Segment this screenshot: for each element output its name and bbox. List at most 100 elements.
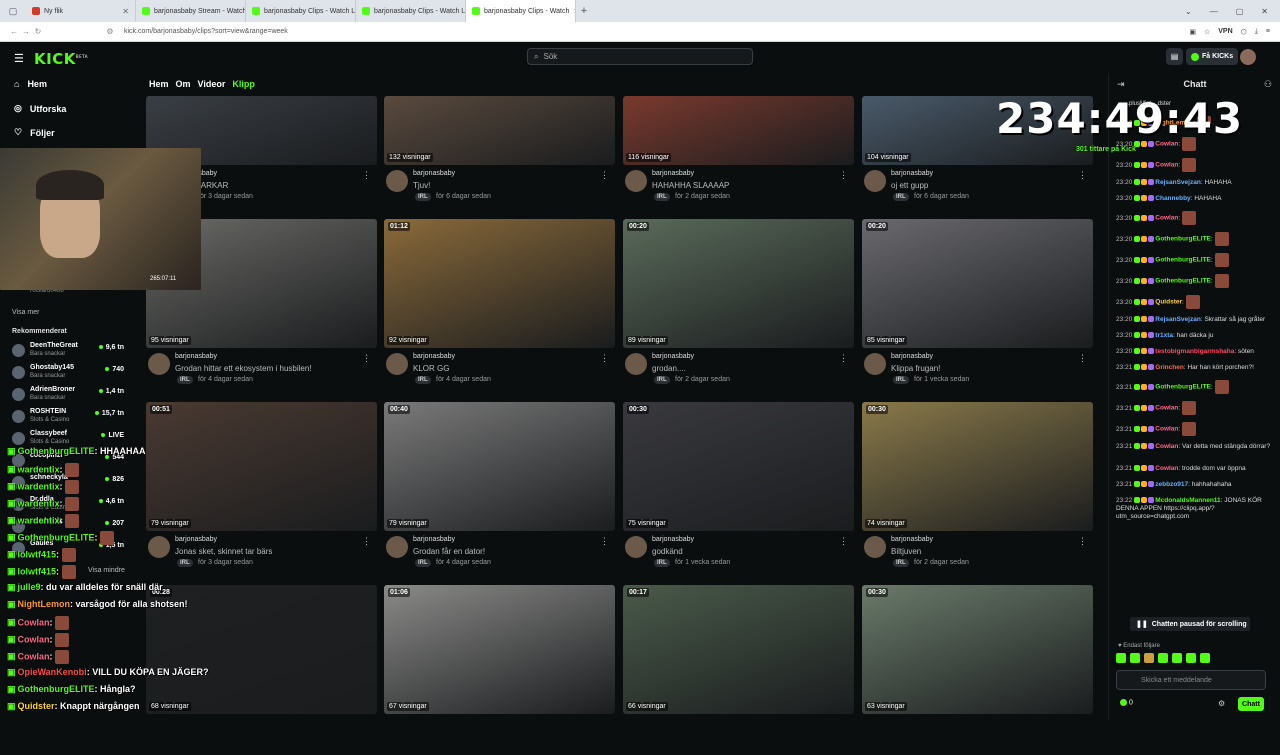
- show-less-link[interactable]: Visa mindre: [88, 567, 125, 574]
- reload-icon[interactable]: ↻: [32, 27, 44, 36]
- clip-category-tag[interactable]: IRL: [893, 376, 909, 384]
- more-options-icon[interactable]: ⋮: [600, 170, 609, 181]
- clip-title[interactable]: Klippa frugan!: [891, 364, 940, 373]
- clip-channel-name[interactable]: barjonasbaby: [652, 536, 694, 543]
- browser-tab[interactable]: barjonasbaby Clips - Watch Liv✕: [246, 0, 356, 22]
- clip-thumbnail[interactable]: 01:12 92 visningar: [384, 219, 615, 348]
- clip-card[interactable]: 00:20 85 visningar barjonasbaby Klippa frug…: [862, 219, 1093, 389]
- more-options-icon[interactable]: ⋮: [1078, 170, 1087, 181]
- maximize-button[interactable]: ▢: [1236, 7, 1244, 16]
- more-options-icon[interactable]: ⋮: [839, 353, 848, 364]
- chat-paused-banner[interactable]: ❚❚ Chatten pausad för scrolling: [1130, 617, 1250, 631]
- clip-card[interactable]: 01:06 67 visningar: [384, 585, 615, 755]
- clip-card[interactable]: 00:30 63 visningar: [862, 585, 1093, 755]
- clip-card[interactable]: 00:30 74 visningar barjonasbaby Biltjuven IR…: [862, 402, 1093, 572]
- chat-message[interactable]: 23:20 RejsanSvejzan: HAHAHA: [1116, 179, 1276, 187]
- chat-message-input[interactable]: Skicka ett meddelande: [1116, 670, 1266, 690]
- clip-channel-name[interactable]: barjonasbaby: [413, 170, 455, 177]
- clip-card[interactable]: 00:20 89 visningar barjonasbaby grodan.... I…: [623, 219, 854, 389]
- emote-icon[interactable]: [1116, 653, 1126, 663]
- bookmark-icon[interactable]: ☆: [1204, 28, 1210, 36]
- tab-search-icon[interactable]: ⌄: [1185, 7, 1192, 16]
- clip-title[interactable]: Grodan hittar ett ekosystem i husbilen!: [175, 364, 312, 373]
- chat-username[interactable]: GothenburgELITE: [1155, 257, 1211, 264]
- url-field[interactable]: kick.com/barjonasbaby/clips?sort=view&ra…: [124, 28, 288, 35]
- clip-category-tag[interactable]: IRL: [415, 376, 431, 384]
- hamburger-menu-icon[interactable]: ☰: [14, 52, 24, 65]
- chat-message[interactable]: 23:20 Cowlan:: [1116, 211, 1276, 225]
- close-window-button[interactable]: ✕: [1261, 7, 1268, 16]
- clip-thumbnail[interactable]: 00:20 89 visningar: [623, 219, 854, 348]
- recommended-channel[interactable]: ROSHTEIN Slots & Casino 15,7 tn: [12, 408, 124, 428]
- show-more-link[interactable]: Visa mer: [12, 309, 40, 316]
- browser-tab[interactable]: Ny flik ✕: [26, 0, 136, 22]
- chat-message[interactable]: 23:20 Cowlan:: [1116, 158, 1276, 172]
- chat-username[interactable]: RejsanSvejzan: [1155, 316, 1201, 323]
- chat-username[interactable]: GothenburgELITE: [1155, 236, 1211, 243]
- clip-thumbnail[interactable]: 01:06 67 visningar: [384, 585, 615, 714]
- clip-category-tag[interactable]: IRL: [654, 376, 670, 384]
- clip-category-tag[interactable]: IRL: [415, 193, 431, 201]
- chat-message[interactable]: 23:20 Quidster:: [1116, 295, 1276, 309]
- clip-thumbnail[interactable]: 00:20 85 visningar: [862, 219, 1093, 348]
- clip-thumbnail[interactable]: 116 visningar: [623, 96, 854, 165]
- chat-users-icon[interactable]: ⚇: [1264, 79, 1272, 90]
- avatar[interactable]: [625, 170, 647, 192]
- browser-tab[interactable]: barjonasbaby Clips - Watch✕: [466, 0, 576, 22]
- chat-username[interactable]: testobigmanbigarmshaha: [1155, 348, 1234, 355]
- clip-category-tag[interactable]: IRL: [893, 559, 909, 567]
- clip-card[interactable]: 01:12 92 visningar barjonasbaby KLOR GG IRL f…: [384, 219, 615, 389]
- emote-icon[interactable]: [1144, 653, 1154, 663]
- sidebar-item-following[interactable]: ♡ Följer: [14, 127, 55, 138]
- emote-icon[interactable]: [1130, 653, 1140, 663]
- clip-channel-name[interactable]: barjonasbaby: [891, 170, 933, 177]
- chat-message[interactable]: 23:20 testobigmanbigarmshaha: söten: [1116, 348, 1276, 356]
- downloads-icon[interactable]: ⤓: [1255, 28, 1258, 36]
- chat-settings-icon[interactable]: ⚙: [1218, 699, 1225, 708]
- chat-message[interactable]: 23:22 McdonaldsMannen11: JONAS KÖR DENNA …: [1116, 497, 1276, 521]
- chat-message[interactable]: 23:20 tr1xta: han däcka ju: [1116, 332, 1276, 340]
- chat-username[interactable]: GothenburgELITE: [1155, 384, 1211, 391]
- clip-title[interactable]: Tjuv!: [413, 181, 430, 190]
- more-options-icon[interactable]: ⋮: [362, 170, 371, 181]
- clip-channel-name[interactable]: barjonasbaby: [652, 353, 694, 360]
- chat-message[interactable]: 23:21 zebbzo917: hahhahahaha: [1116, 481, 1276, 489]
- avatar[interactable]: [864, 170, 886, 192]
- clip-thumbnail[interactable]: 00:30 75 visningar: [623, 402, 854, 531]
- clip-category-tag[interactable]: IRL: [177, 376, 193, 384]
- clip-category-tag[interactable]: IRL: [654, 559, 670, 567]
- back-icon[interactable]: ←: [8, 27, 20, 36]
- chat-message[interactable]: 23:20 GothenburgELITE:: [1116, 274, 1276, 288]
- vpn-badge[interactable]: VPN: [1218, 28, 1232, 35]
- recommended-channel[interactable]: Ghostaby145 Bara snackar 740: [12, 364, 124, 384]
- chat-message[interactable]: 23:21 Cowlan:: [1116, 422, 1276, 436]
- avatar[interactable]: [386, 353, 408, 375]
- chat-message[interactable]: 23:21 Cowlan: trodde dom var öppna: [1116, 465, 1276, 473]
- sidebar-item-explore[interactable]: ◎ Utforska: [14, 103, 66, 114]
- clip-channel-name[interactable]: barjonasbaby: [891, 536, 933, 543]
- kick-logo[interactable]: KICKBETA: [34, 50, 88, 68]
- avatar[interactable]: [148, 353, 170, 375]
- new-tab-button[interactable]: +: [576, 5, 592, 17]
- clip-card[interactable]: 132 visningar barjonasbaby Tjuv! IRL för 6 d…: [384, 36, 615, 206]
- chat-message[interactable]: 23:20 Channebby: HAHAHA: [1116, 195, 1276, 203]
- sidebar-item-home[interactable]: ⌂ Hem: [14, 79, 47, 89]
- clip-thumbnail[interactable]: 00:40 79 visningar: [384, 402, 615, 531]
- chat-username[interactable]: Cowlan: [1155, 443, 1178, 450]
- tab-close-icon[interactable]: ✕: [122, 7, 129, 16]
- avatar[interactable]: [625, 353, 647, 375]
- more-options-icon[interactable]: ⋮: [600, 536, 609, 547]
- clip-channel-name[interactable]: barjonasbaby: [175, 353, 217, 360]
- chat-username[interactable]: tr1xta: [1155, 332, 1173, 339]
- more-options-icon[interactable]: ⋮: [839, 536, 848, 547]
- clip-card[interactable]: 00:17 66 visningar: [623, 585, 854, 755]
- clip-channel-name[interactable]: barjonasbaby: [652, 170, 694, 177]
- extensions-icon[interactable]: ⬡: [1241, 28, 1247, 36]
- avatar[interactable]: [386, 170, 408, 192]
- sidebar-toggle-icon[interactable]: ▢: [0, 0, 26, 22]
- clip-category-tag[interactable]: IRL: [654, 193, 670, 201]
- recommended-channel[interactable]: AdrienBroner Bara snackar 1,4 tn: [12, 386, 124, 406]
- chat-message[interactable]: 23:21 Grinchen: Har han kört porchen?!: [1116, 364, 1276, 372]
- more-options-icon[interactable]: ⋮: [362, 536, 371, 547]
- more-options-icon[interactable]: ⋮: [362, 353, 371, 364]
